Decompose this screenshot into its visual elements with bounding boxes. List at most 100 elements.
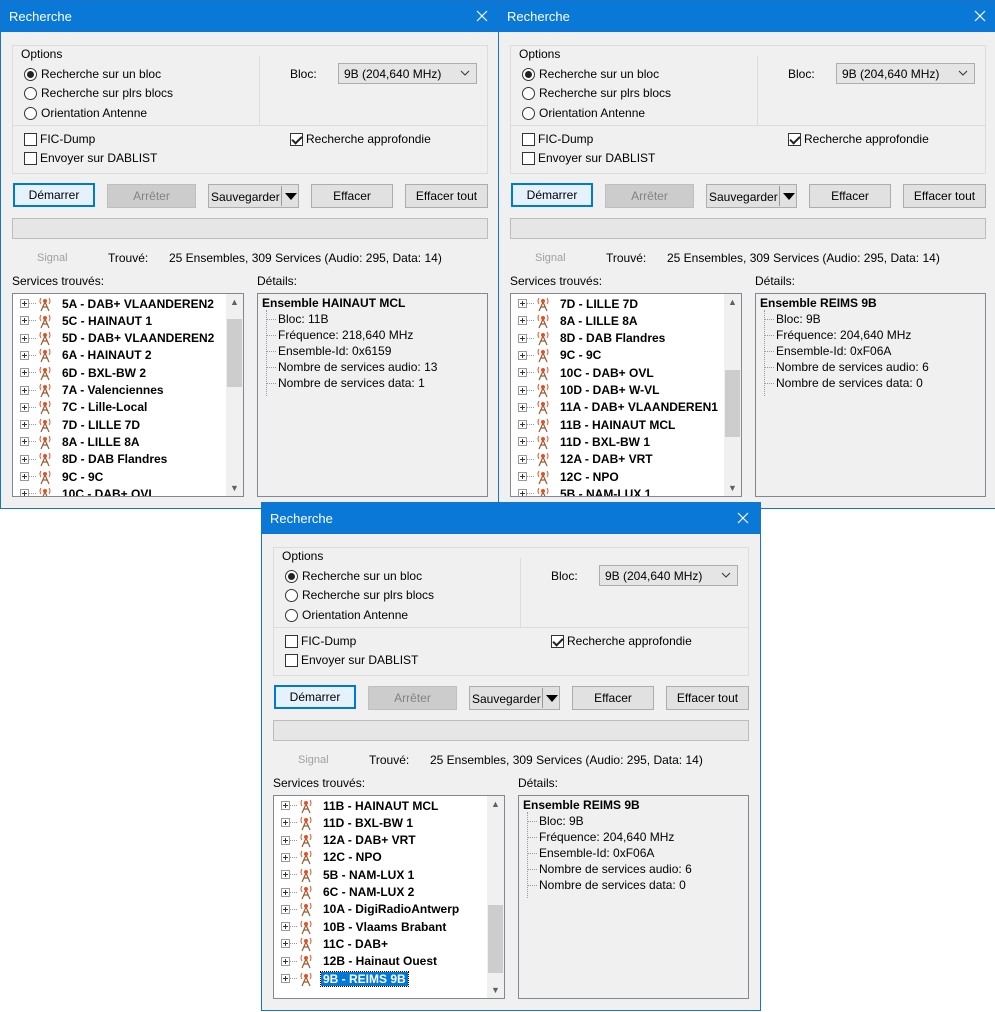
bloc-select[interactable]: 9B (204,640 MHz) [338,63,477,84]
close-icon[interactable] [473,7,491,25]
chevron-down-icon[interactable] [958,67,968,79]
deep-search-checkbox[interactable]: Recherche approfondie [551,634,692,648]
expand-icon[interactable] [20,472,29,481]
expand-icon[interactable] [518,299,527,308]
radio-button-icon[interactable] [24,67,37,81]
radio-button-icon[interactable] [285,588,298,602]
tree-item[interactable]: 8D - DAB Flandres [511,330,667,347]
services-tree[interactable]: 7D - LILLE 7D 8A - LILLE 8A 8D - DAB Fland… [510,293,742,497]
tree-item[interactable]: 10A - DigiRadioAntwerp [274,901,461,918]
tree-item[interactable]: 12C - NPO [274,849,384,866]
radio-multi-block[interactable]: Recherche sur plrs blocs [522,86,671,100]
close-icon[interactable] [734,509,752,527]
expand-icon[interactable] [20,333,29,343]
tree-item[interactable]: 8A - LILLE 8A [13,433,142,450]
checkbox-icon[interactable] [551,634,564,648]
tree-item[interactable]: 10C - DAB+ OVL [511,364,656,381]
expand-icon[interactable] [20,437,29,447]
start-button[interactable]: Démarrer [274,685,356,709]
scroll-down-icon[interactable]: ▼ [728,483,737,493]
radio-single-block[interactable]: Recherche sur un bloc [522,67,659,81]
tree-item[interactable]: 7A - Valenciennes [13,382,166,399]
checkbox-icon[interactable] [788,132,801,146]
radio-button-icon[interactable] [24,86,37,100]
tree-item[interactable]: 10B - Vlaams Brabant [274,918,448,935]
title-bar[interactable]: Recherche [499,1,995,32]
expand-icon[interactable] [281,974,290,983]
save-split-button[interactable]: Sauvegarder [469,686,560,710]
checkbox-icon[interactable] [24,151,37,165]
expand-icon[interactable] [281,904,290,914]
radio-button-icon[interactable] [522,67,535,81]
expand-icon[interactable] [518,333,527,343]
fic-dump-checkbox[interactable]: FIC-Dump [24,132,95,146]
services-tree[interactable]: 5A - DAB+ VLAANDEREN2 5C - HAINAUT 1 5D - … [12,293,244,497]
scroll-thumb[interactable] [488,905,503,973]
checkbox-icon[interactable] [290,132,303,146]
radio-antenna-orientation[interactable]: Orientation Antenne [24,106,147,120]
tree-item[interactable]: 5D - DAB+ VLAANDEREN2 [13,330,216,347]
checkbox-icon[interactable] [522,132,535,146]
expand-icon[interactable] [281,939,290,949]
expand-icon[interactable] [281,956,290,966]
expand-icon[interactable] [281,922,290,932]
tree-item[interactable]: 11B - HAINAUT MCL [511,416,677,433]
dablist-checkbox[interactable]: Envoyer sur DABLIST [24,151,157,165]
tree-item[interactable]: 6C - NAM-LUX 2 [274,884,416,901]
expand-icon[interactable] [281,852,290,862]
tree-item[interactable]: 9C - 9C [511,347,603,364]
radio-button-icon[interactable] [522,106,535,120]
fic-dump-checkbox[interactable]: FIC-Dump [285,634,356,648]
expand-icon[interactable] [281,818,290,828]
start-button[interactable]: Démarrer [511,183,593,207]
scroll-up-icon[interactable]: ▲ [728,297,737,307]
close-icon[interactable] [971,7,989,25]
dropdown-arrow-icon[interactable] [285,193,297,200]
expand-icon[interactable] [20,368,29,378]
radio-antenna-orientation[interactable]: Orientation Antenne [522,106,645,120]
tree-item[interactable]: 11A - DAB+ VLAANDEREN1 [511,399,720,416]
tree-item[interactable]: 11D - BXL-BW 1 [511,433,652,450]
expand-icon[interactable] [20,489,29,496]
deep-search-checkbox[interactable]: Recherche approfondie [290,132,431,146]
save-split-button[interactable]: Sauvegarder [208,184,299,208]
bloc-select[interactable]: 9B (204,640 MHz) [836,63,975,84]
expand-icon[interactable] [518,420,527,430]
expand-icon[interactable] [518,472,527,481]
expand-icon[interactable] [518,454,527,464]
stop-button[interactable]: Arrêter [368,686,457,710]
tree-item[interactable]: 10C - DAB+ OVL [13,485,158,496]
expand-icon[interactable] [20,454,29,464]
tree-item[interactable]: 6A - HAINAUT 2 [13,347,154,364]
radio-single-block[interactable]: Recherche sur un bloc [285,569,422,583]
tree-item[interactable]: 5B - NAM-LUX 1 [511,485,653,496]
scroll-up-icon[interactable]: ▲ [230,297,239,307]
tree-item[interactable]: 11B - HAINAUT MCL [274,797,440,814]
expand-icon[interactable] [518,402,527,412]
clear-all-button[interactable]: Effacer tout [405,184,488,208]
tree-item[interactable]: 9B - REIMS 9B [274,970,409,987]
dropdown-arrow-icon[interactable] [783,193,795,200]
tree-item[interactable]: 5C - HAINAUT 1 [13,312,154,329]
tree-item[interactable]: 9C - 9C [13,468,105,485]
clear-all-button[interactable]: Effacer tout [903,184,986,208]
expand-icon[interactable] [518,385,527,395]
radio-button-icon[interactable] [285,608,298,622]
services-tree[interactable]: 11B - HAINAUT MCL 11D - BXL-BW 1 12A - DAB… [273,795,505,999]
dablist-checkbox[interactable]: Envoyer sur DABLIST [522,151,655,165]
tree-item[interactable]: 11D - BXL-BW 1 [274,814,415,831]
expand-icon[interactable] [518,368,527,378]
clear-all-button[interactable]: Effacer tout [666,686,749,710]
stop-button[interactable]: Arrêter [605,184,694,208]
scroll-thumb[interactable] [227,319,242,387]
expand-icon[interactable] [281,801,290,810]
tree-item[interactable]: 10D - DAB+ W-VL [511,382,661,399]
tree-item[interactable]: 7D - LILLE 7D [13,416,142,433]
tree-item[interactable]: 8D - DAB Flandres [13,451,169,468]
expand-icon[interactable] [518,437,527,447]
radio-single-block[interactable]: Recherche sur un bloc [24,67,161,81]
deep-search-checkbox[interactable]: Recherche approfondie [788,132,929,146]
scroll-down-icon[interactable]: ▼ [230,483,239,493]
tree-item[interactable]: 8A - LILLE 8A [511,312,640,329]
checkbox-icon[interactable] [522,151,535,165]
